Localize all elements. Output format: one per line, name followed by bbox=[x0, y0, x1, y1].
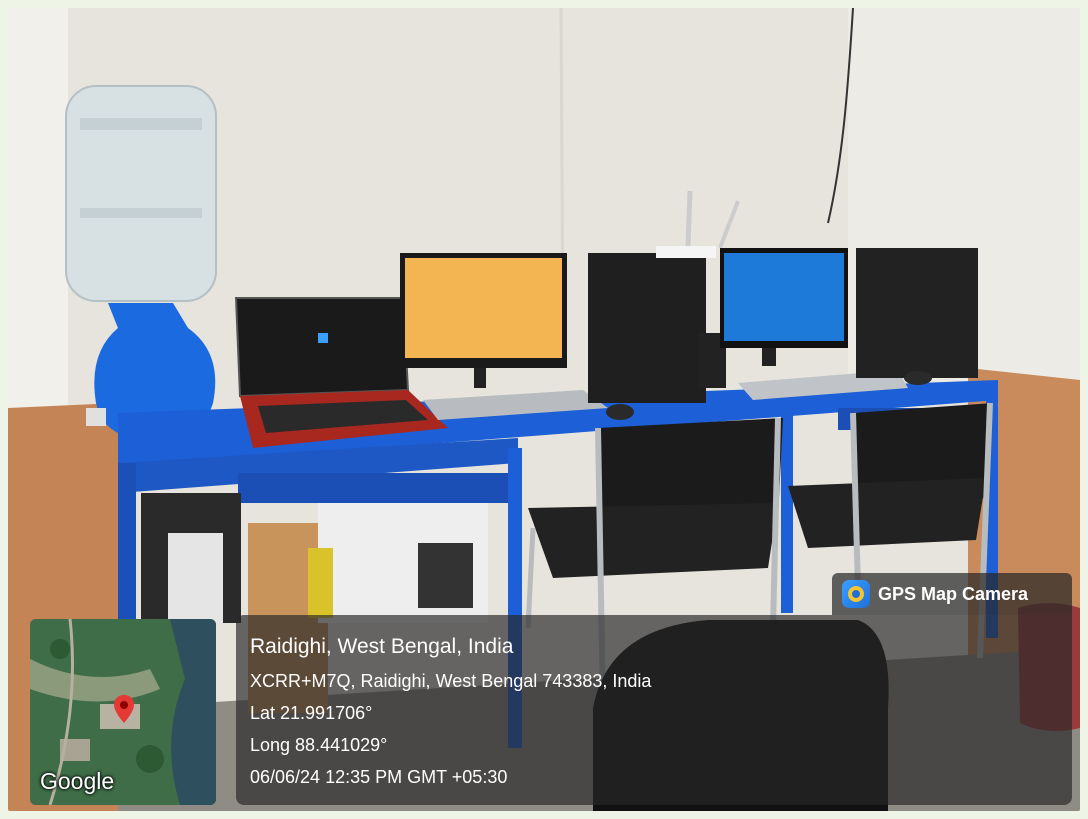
map-pin-icon bbox=[114, 695, 134, 723]
location-title: Raidighi, West Bengal, India bbox=[250, 635, 514, 658]
location-longitude: Long 88.441029° bbox=[250, 735, 388, 755]
gps-camera-label: GPS Map Camera bbox=[878, 583, 1029, 604]
gps-camera-badge: GPS Map Camera bbox=[832, 573, 1072, 615]
location-address: XCRR+M7Q, Raidighi, West Bengal 743383, … bbox=[250, 671, 652, 691]
location-datetime: 06/06/24 12:35 PM GMT +05:30 bbox=[250, 767, 508, 787]
pc-tower-1 bbox=[588, 253, 706, 403]
location-info-panel: Raidighi, West Bengal, India XCRR+M7Q, R… bbox=[236, 615, 1072, 805]
map-thumbnail: Google bbox=[30, 619, 216, 805]
router bbox=[656, 246, 716, 258]
photo-frame: GPS Map Camera Raidighi, West Bengal, In… bbox=[8, 8, 1080, 811]
pc-tower-2 bbox=[856, 248, 978, 378]
location-latitude: Lat 21.991706° bbox=[250, 703, 373, 723]
google-logo: Google bbox=[40, 768, 115, 794]
camera-pin-icon bbox=[842, 580, 870, 608]
